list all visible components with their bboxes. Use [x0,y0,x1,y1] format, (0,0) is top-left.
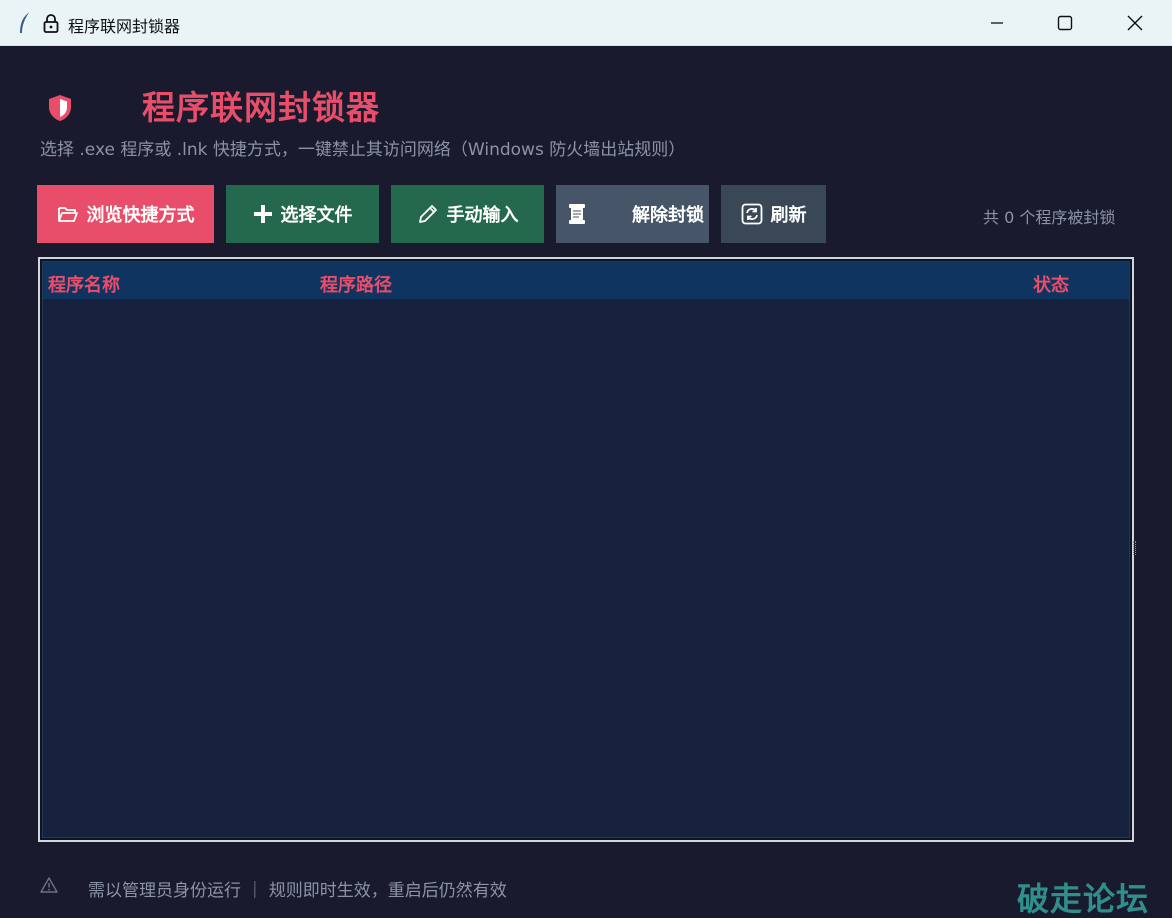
unblock-button[interactable]: 解除封锁 [556,185,709,243]
close-button[interactable] [1100,0,1170,46]
resize-grip[interactable] [1133,541,1136,555]
shield-icon [49,95,71,121]
watermark: 破走论坛 [1017,880,1150,918]
lock-icon [43,14,59,33]
scroll-icon [569,204,585,224]
select-file-button[interactable]: 选择文件 [226,185,379,243]
refresh-button[interactable]: 刷新 [721,185,826,243]
warning-icon [40,877,58,893]
manual-input-label: 手动输入 [446,205,519,226]
refresh-label: 刷新 [770,205,807,226]
table-body[interactable]: 程序名称 程序路径 状态 [42,261,1130,838]
refresh-icon [741,203,762,225]
browse-shortcut-button[interactable]: 浏览快捷方式 [37,185,214,243]
minimize-icon [991,22,1003,24]
manual-input-button[interactable]: 手动输入 [391,185,544,243]
unblock-label: 解除封锁 [632,205,704,226]
program-table[interactable]: 程序名称 程序路径 状态 [38,257,1136,842]
window-title: 程序联网封锁器 [68,17,181,36]
pencil-icon [418,205,437,223]
plus-icon [253,205,272,223]
folder-open-icon [57,207,78,222]
page-subtitle: 选择 .exe 程序或 .lnk 快捷方式，一键禁止其访问网络（Windows … [40,140,686,160]
maximize-icon [1057,15,1073,31]
window-titlebar: 程序联网封锁器 [0,0,1172,46]
feather-icon [20,11,31,33]
maximize-button[interactable] [1030,0,1100,46]
column-header-status[interactable]: 状态 [1033,271,1069,297]
table-header: 程序名称 程序路径 状态 [43,262,1129,299]
page-title: 程序联网封锁器 [142,88,380,127]
footer-note: 需以管理员身份运行 ｜ 规则即时生效，重启后仍然有效 [88,881,507,901]
select-file-label: 选择文件 [280,205,353,226]
column-header-path[interactable]: 程序路径 [320,271,392,297]
blocked-count: 共 0 个程序被封锁 [983,208,1116,227]
close-icon [1127,15,1143,31]
column-header-name[interactable]: 程序名称 [48,271,120,297]
minimize-button[interactable] [962,0,1032,46]
browse-shortcut-label: 浏览快捷方式 [86,205,195,226]
